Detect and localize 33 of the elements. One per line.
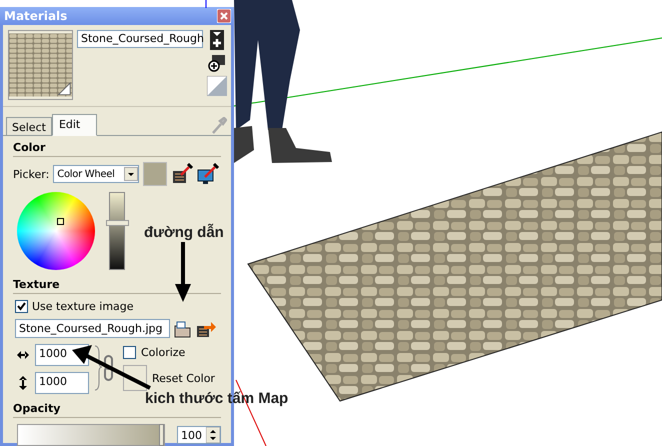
checkbox-label: Use texture image <box>32 300 134 313</box>
height-field[interactable]: 1000 <box>35 372 89 394</box>
color-swatch[interactable] <box>143 162 168 186</box>
picker-dropdown[interactable]: Color Wheel <box>53 165 140 183</box>
export-texture-icon[interactable] <box>196 320 216 338</box>
close-icon[interactable] <box>217 9 231 23</box>
file-path-field[interactable]: Stone_Coursed_Rough.jpg <box>15 319 170 338</box>
picker-label: Picker: <box>13 168 50 180</box>
create-material-icon[interactable] <box>210 30 224 50</box>
reset-color-swatch[interactable] <box>123 365 147 391</box>
section-heading: Color <box>13 141 221 157</box>
checkbox[interactable] <box>15 300 28 313</box>
sample-paint-icon[interactable] <box>171 163 194 185</box>
browse-folder-icon[interactable] <box>174 320 192 338</box>
screen-sample-icon[interactable] <box>197 163 220 185</box>
tab[interactable]: Select <box>6 117 52 135</box>
reset-color-label: Reset Color <box>152 372 215 384</box>
window-title: Materials <box>4 9 68 23</box>
arrow <box>175 242 191 302</box>
chain-link-icon[interactable] <box>93 344 115 392</box>
spin-arrows-icon[interactable] <box>206 427 220 443</box>
checkbox-label: Colorize <box>141 346 186 359</box>
vertical-arrow-icon <box>17 376 29 390</box>
annotation-text: đường dẫn <box>144 224 224 241</box>
texture-thumbnail <box>8 30 73 100</box>
add-to-model-icon[interactable] <box>208 54 226 72</box>
material-name-field[interactable]: Stone_Coursed_Rough <box>77 30 203 48</box>
opacity-slider[interactable] <box>17 424 165 446</box>
section-heading: Opacity <box>13 402 221 418</box>
checkbox[interactable] <box>123 346 136 359</box>
tab[interactable]: Edit <box>52 114 98 136</box>
horizontal-arrow-icon <box>17 351 29 359</box>
opacity-spinner[interactable]: 100 <box>177 426 221 444</box>
